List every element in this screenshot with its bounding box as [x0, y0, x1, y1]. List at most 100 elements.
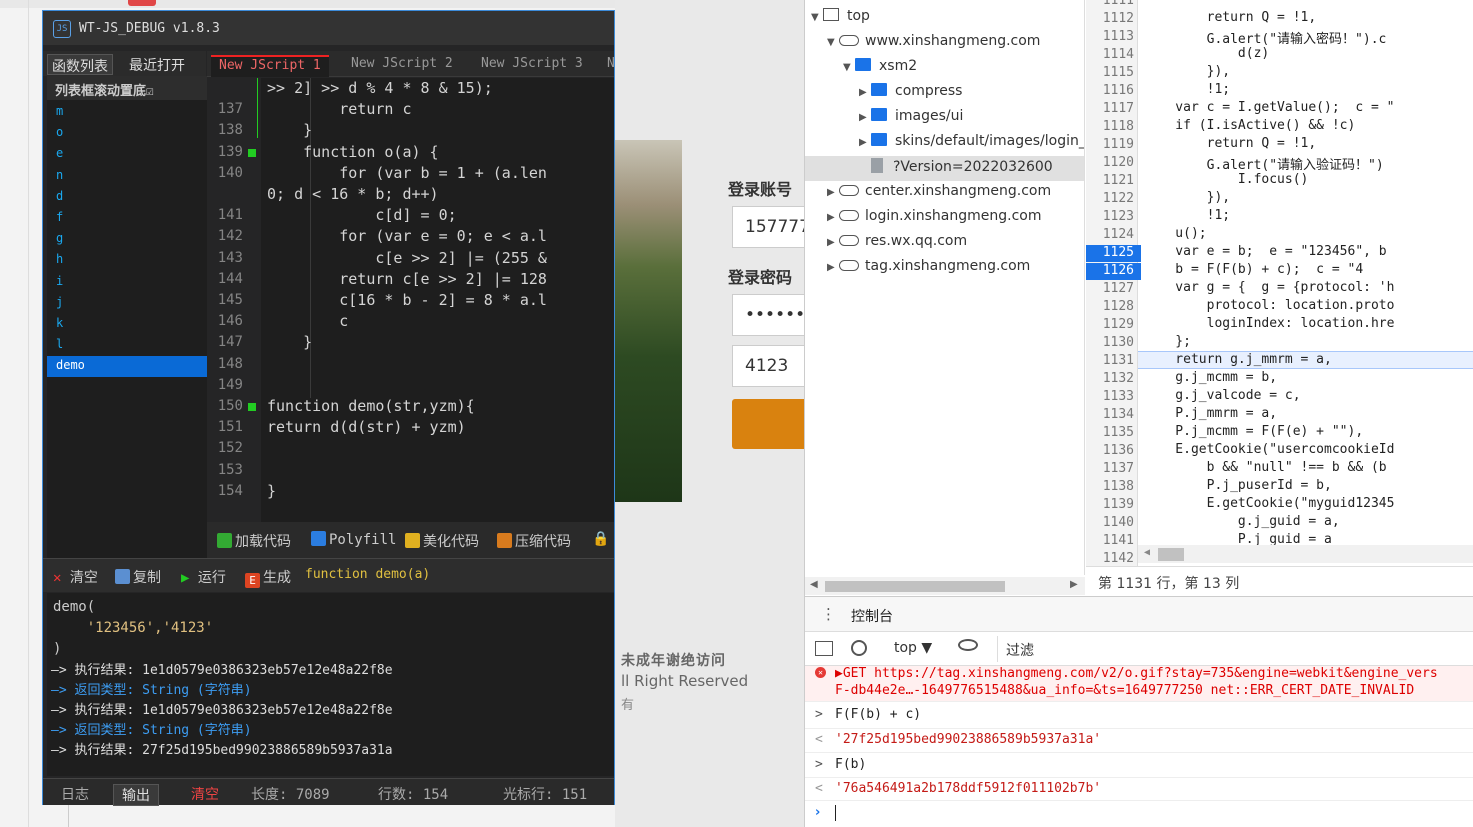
tree-node[interactable]: ▶ tag.xinshangmeng.com — [805, 256, 1084, 281]
source-line-number[interactable]: 1112 — [1086, 11, 1134, 26]
source-line-number[interactable]: 1136 — [1086, 443, 1134, 458]
expand-arrow-icon[interactable]: ▼ — [827, 37, 839, 48]
expand-arrow-icon[interactable]: ▶ — [827, 262, 839, 273]
source-line-number[interactable]: 1134 — [1086, 407, 1134, 422]
scroll-left-icon[interactable]: ◀ — [810, 579, 818, 590]
source-line-number[interactable]: 1142 — [1086, 551, 1134, 566]
load-code-button[interactable]: 加载代码 — [217, 531, 291, 551]
tab-log[interactable]: 日志 — [61, 784, 89, 804]
tree-node[interactable]: ▼ top — [805, 6, 1084, 31]
source-line-number[interactable]: 1139 — [1086, 497, 1134, 512]
function-item[interactable]: l — [47, 335, 207, 356]
tree-node[interactable]: ▶ images/ui — [805, 106, 1084, 131]
tree-node[interactable]: ▶ center.xinshangmeng.com — [805, 181, 1084, 206]
password-input[interactable]: •••••• — [732, 294, 805, 336]
function-item[interactable]: g — [47, 229, 207, 250]
tab-jscript-1[interactable]: New JScript 1 — [211, 55, 329, 77]
source-line-number[interactable]: 1120 — [1086, 155, 1134, 170]
tree-node[interactable]: ▶ skins/default/images/login_r — [805, 131, 1084, 156]
tree-scrollbar[interactable]: ◀ ▶ — [805, 577, 1085, 595]
run-button[interactable]: ▶ 运行 — [181, 567, 226, 587]
function-item[interactable]: j — [47, 293, 207, 314]
source-scrollbar[interactable]: ◀ — [1138, 545, 1473, 563]
clear-button[interactable]: ✕ 清空 — [53, 567, 98, 587]
function-item[interactable]: f — [47, 208, 207, 229]
source-line-number[interactable]: 1128 — [1086, 299, 1134, 314]
source-line-number[interactable]: 1124 — [1086, 227, 1134, 242]
console-error[interactable]: ✕ ▶GET https://tag.xinshangmeng.com/v2/o… — [805, 666, 1473, 702]
source-line-number[interactable]: 1114 — [1086, 47, 1134, 62]
beautify-button[interactable]: 美化代码 — [405, 531, 479, 551]
fold-marker-icon[interactable] — [248, 403, 256, 411]
filter-input[interactable]: 过滤 — [997, 636, 1467, 662]
eye-icon[interactable] — [958, 639, 978, 651]
tab-function-list[interactable]: 函数列表 — [47, 54, 113, 75]
expand-arrow-icon[interactable]: ▶ — [827, 212, 839, 223]
expand-arrow-icon[interactable]: ▶ — [827, 237, 839, 248]
function-item[interactable]: i — [47, 272, 207, 293]
source-line-number[interactable]: 1127 — [1086, 281, 1134, 296]
tree-node[interactable]: ▼ xsm2 — [805, 56, 1084, 81]
login-button[interactable] — [732, 399, 804, 449]
function-item[interactable]: n — [47, 166, 207, 187]
source-line-number[interactable]: 1118 — [1086, 119, 1134, 134]
tab-console[interactable]: 控制台 — [851, 606, 893, 634]
sidebar-toggle-icon[interactable] — [815, 641, 833, 656]
source-line-number[interactable]: 1119 — [1086, 137, 1134, 152]
source-line-number[interactable]: 1131 — [1086, 353, 1134, 368]
source-line-number[interactable]: 1138 — [1086, 479, 1134, 494]
tree-node[interactable]: ?Version=2022032600 — [805, 156, 1084, 181]
source-line-number[interactable]: 1126 — [1086, 263, 1134, 278]
tab-jscript-3[interactable]: New JScript 3 — [473, 55, 591, 77]
account-input[interactable]: 157777 — [732, 206, 810, 248]
clear-output-button[interactable]: 清空 — [191, 784, 219, 804]
function-item[interactable]: k — [47, 314, 207, 335]
source-line-number[interactable]: 1130 — [1086, 335, 1134, 350]
scroll-bottom-option[interactable]: 列表框滚动置底☑ — [47, 76, 207, 100]
tab-recent[interactable]: 最近打开 — [125, 54, 189, 75]
expand-arrow-icon[interactable]: ▶ — [827, 187, 839, 198]
tab-output[interactable]: 输出 — [113, 784, 159, 806]
source-line-number[interactable]: 1123 — [1086, 209, 1134, 224]
expand-arrow-icon[interactable]: ▶ — [859, 137, 871, 148]
source-line-number[interactable]: 1115 — [1086, 65, 1134, 80]
source-line-number[interactable]: 1132 — [1086, 371, 1134, 386]
source-editor[interactable]: 1111 1112 return Q = !1, 1113 G.alert("请输入… — [1086, 0, 1473, 566]
expand-arrow-icon[interactable]: ▼ — [843, 62, 855, 73]
fold-marker-icon[interactable] — [248, 148, 256, 157]
function-item[interactable]: m — [47, 102, 207, 123]
copy-button[interactable]: 复制 — [115, 567, 161, 587]
source-line-number[interactable]: 1117 — [1086, 101, 1134, 116]
source-line-number[interactable]: 1133 — [1086, 389, 1134, 404]
tab-jscript-4[interactable]: N — [599, 55, 623, 77]
source-line-number[interactable]: 1121 — [1086, 173, 1134, 188]
tree-node[interactable]: ▶ compress — [805, 81, 1084, 106]
source-line-number[interactable]: 1116 — [1086, 83, 1134, 98]
polyfill-button[interactable]: Polyfill — [311, 531, 396, 548]
context-selector[interactable]: top ▼ — [894, 640, 932, 656]
tree-node[interactable]: ▶ login.xinshangmeng.com — [805, 206, 1084, 231]
compress-button[interactable]: 压缩代码 — [497, 531, 571, 551]
captcha-input[interactable]: 4123 — [732, 345, 804, 387]
source-scroll-thumb[interactable] — [1158, 548, 1184, 561]
expand-arrow-icon[interactable]: ▶ — [859, 112, 871, 123]
expand-arrow-icon[interactable]: ▶ — [859, 87, 871, 98]
source-line-number[interactable]: 1125 — [1086, 245, 1134, 260]
function-item[interactable]: demo — [47, 356, 207, 378]
source-line-number[interactable]: 1113 — [1086, 29, 1134, 44]
src-scroll-left-icon[interactable]: ◀ — [1144, 547, 1150, 558]
function-item[interactable]: o — [47, 123, 207, 144]
tab-jscript-2[interactable]: New JScript 2 — [343, 55, 461, 77]
expand-arrow-icon[interactable]: ▼ — [811, 12, 823, 23]
call-input[interactable]: demo( '123456','4123' ) — [47, 593, 614, 663]
source-line-number[interactable]: 1137 — [1086, 461, 1134, 476]
function-item[interactable]: d — [47, 187, 207, 208]
tree-scroll-thumb[interactable] — [825, 581, 1005, 592]
kebab-menu-icon[interactable]: ⋮ — [821, 605, 836, 623]
function-item[interactable]: e — [47, 144, 207, 165]
tree-node[interactable]: ▼ www.xinshangmeng.com — [805, 31, 1084, 56]
scroll-right-icon[interactable]: ▶ — [1070, 579, 1078, 590]
clear-console-icon[interactable] — [851, 640, 867, 656]
tree-node[interactable]: ▶ res.wx.qq.com — [805, 231, 1084, 256]
source-line-number[interactable]: 1141 — [1086, 533, 1134, 548]
